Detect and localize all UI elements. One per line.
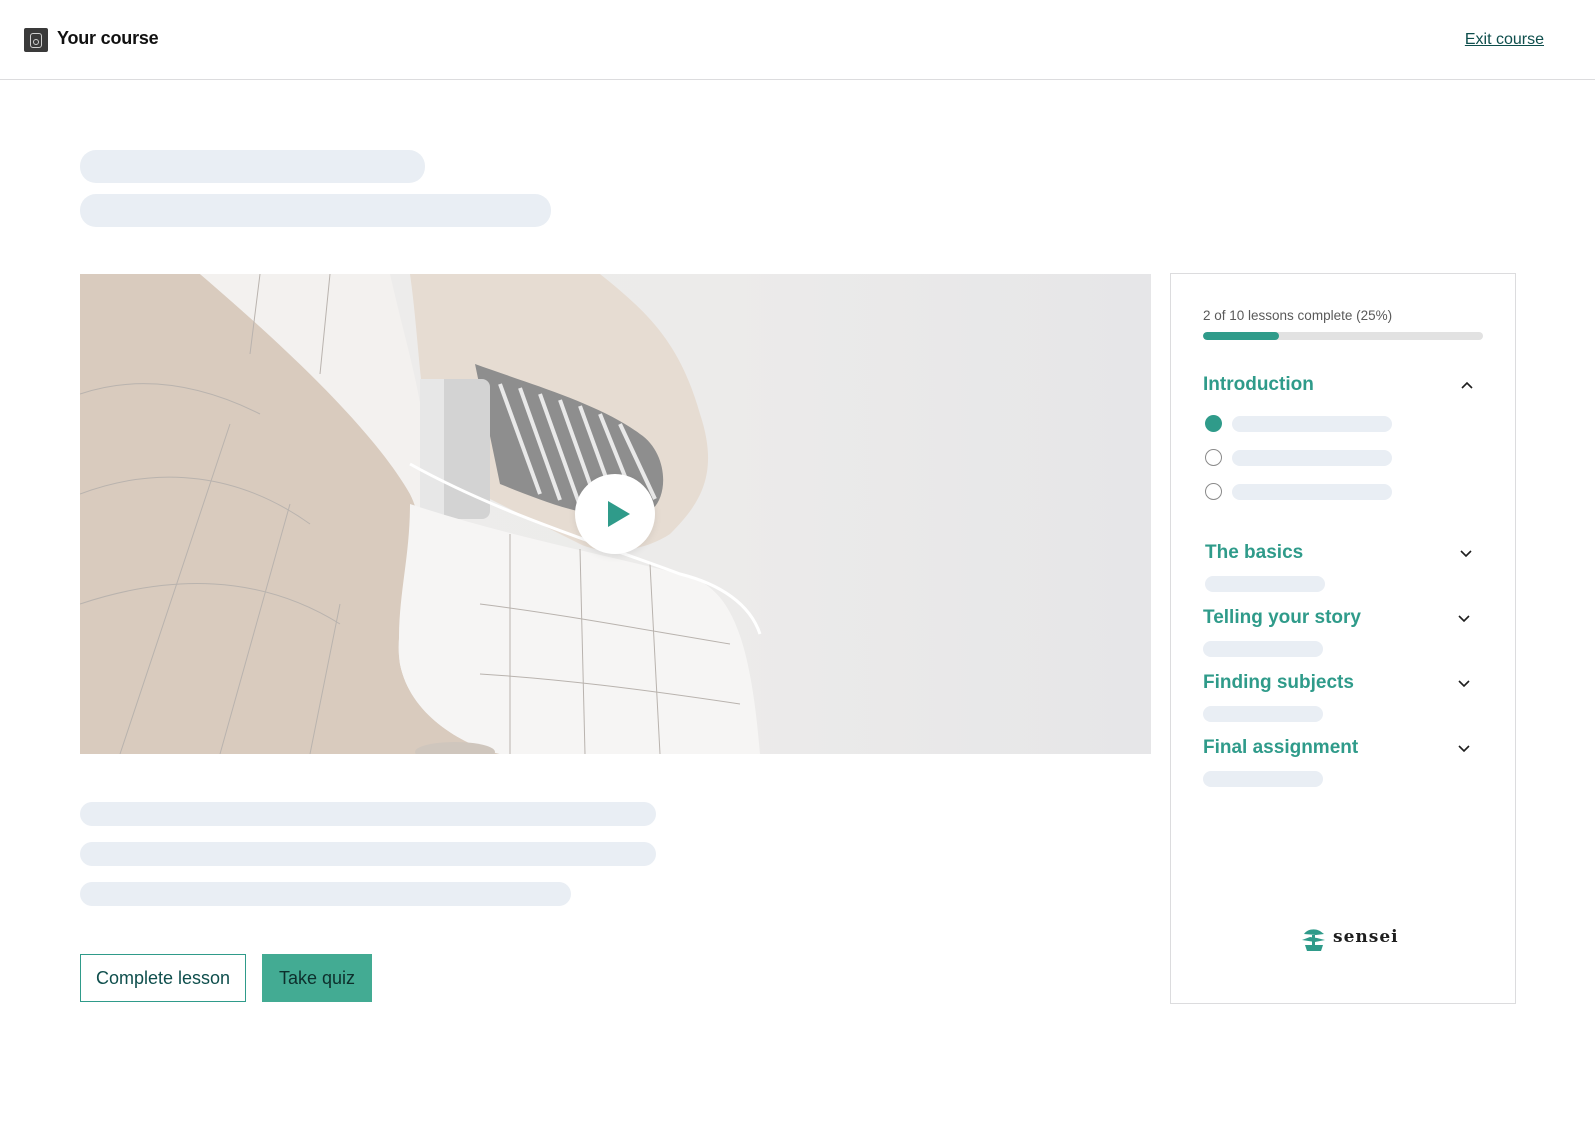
course-header: Your course Exit course <box>0 0 1595 80</box>
lesson-status-incomplete-icon <box>1205 449 1222 466</box>
module-final-assignment-title[interactable]: Final assignment <box>1203 737 1358 759</box>
chevron-down-icon[interactable] <box>1458 545 1474 561</box>
module-telling-your-story-title[interactable]: Telling your story <box>1203 607 1361 629</box>
title-placeholder-2 <box>80 194 551 227</box>
sensei-logo: sensei <box>1301 926 1398 952</box>
lesson-status-incomplete-icon <box>1205 483 1222 500</box>
module-summary-placeholder <box>1203 641 1323 657</box>
module-the-basics-title[interactable]: The basics <box>1205 542 1303 564</box>
chevron-up-icon[interactable] <box>1459 378 1475 394</box>
module-summary-placeholder <box>1203 706 1323 722</box>
lesson-status-current-icon <box>1205 415 1222 432</box>
module-summary-placeholder <box>1203 771 1323 787</box>
bonsai-icon <box>1302 929 1325 951</box>
course-title: Your course <box>57 28 159 48</box>
progress-bar-fill <box>1203 332 1279 340</box>
course-navigation-sidebar: 2 of 10 lessons complete (25%) Introduct… <box>1170 273 1516 1004</box>
lesson-3-placeholder[interactable] <box>1232 484 1392 500</box>
complete-lesson-button[interactable]: Complete lesson <box>80 954 246 1002</box>
exit-course-link[interactable]: Exit course <box>1465 31 1544 49</box>
title-placeholder-1 <box>80 150 425 183</box>
chevron-down-icon[interactable] <box>1456 675 1472 691</box>
module-introduction-title[interactable]: Introduction <box>1203 374 1314 396</box>
lesson-2-placeholder[interactable] <box>1232 450 1392 466</box>
lesson-1-placeholder[interactable] <box>1232 416 1392 432</box>
play-button[interactable] <box>575 474 655 554</box>
module-summary-placeholder <box>1205 576 1325 592</box>
camera-icon <box>24 28 48 52</box>
content-placeholder-3 <box>80 882 571 906</box>
module-finding-subjects-title[interactable]: Finding subjects <box>1203 672 1354 694</box>
content-placeholder-2 <box>80 842 656 866</box>
chevron-down-icon[interactable] <box>1456 740 1472 756</box>
play-icon <box>608 501 630 527</box>
chevron-down-icon[interactable] <box>1456 610 1472 626</box>
content-placeholder-1 <box>80 802 656 826</box>
progress-bar <box>1203 332 1483 340</box>
take-quiz-button[interactable]: Take quiz <box>262 954 372 1002</box>
sensei-wordmark: sensei <box>1333 927 1399 947</box>
progress-label: 2 of 10 lessons complete (25%) <box>1203 308 1393 323</box>
